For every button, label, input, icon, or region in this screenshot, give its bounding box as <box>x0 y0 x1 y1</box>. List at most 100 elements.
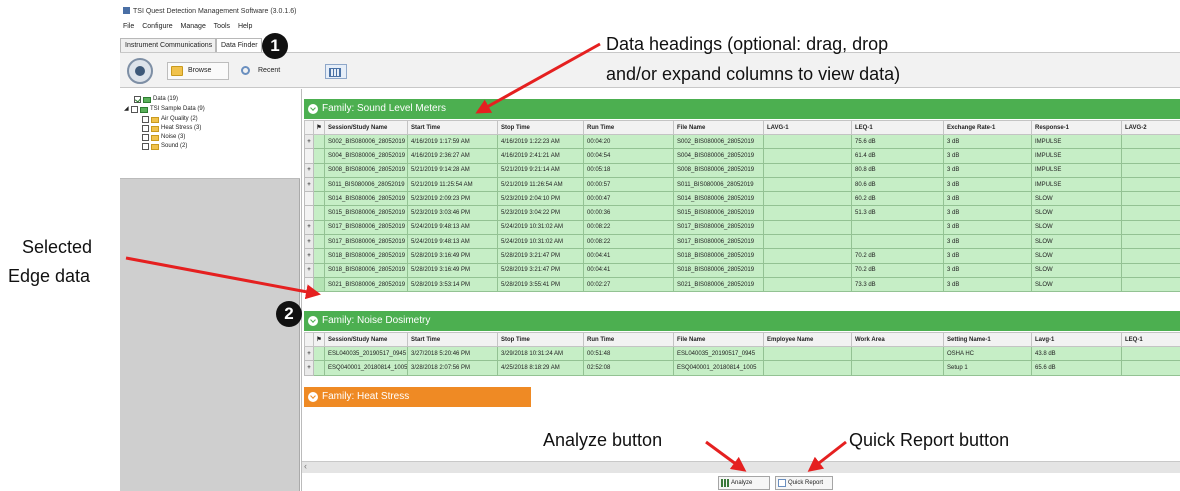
expand-row-button[interactable]: + <box>304 176 314 193</box>
column-header-lavg-2[interactable]: LAVG-2 <box>1121 120 1180 135</box>
column-header-session-study-name[interactable]: Session/Study Name <box>324 120 408 135</box>
column-header-file-name[interactable]: File Name <box>673 120 764 135</box>
browse-button[interactable]: Browse <box>167 62 229 80</box>
table-row[interactable]: + S008_BIS080006_28052019 5/21/2019 9:14:2… <box>304 162 1180 178</box>
cell-lavg-2 <box>1121 191 1180 207</box>
table-row[interactable]: S004_BIS080006_28052019 4/16/2019 2:36:27… <box>304 148 1180 164</box>
cell-leq-1: 61.4 dB <box>851 148 944 164</box>
tree-item-noise[interactable]: Noise (3) <box>142 133 185 142</box>
checkbox-icon[interactable] <box>142 116 149 123</box>
checkbox-icon[interactable] <box>142 134 149 141</box>
expand-row-button[interactable]: + <box>304 234 314 250</box>
collapse-icon[interactable] <box>308 316 318 326</box>
table-row[interactable]: + S002_BIS080006_28052019 4/16/2019 1:17:5… <box>304 133 1180 150</box>
row-spacer <box>304 205 314 221</box>
cell-start-time: 5/28/2019 3:53:14 PM <box>407 276 498 293</box>
app-icon <box>123 7 130 14</box>
cell-run-time: 00:02:27 <box>583 276 674 293</box>
collapse-icon[interactable] <box>308 104 318 114</box>
cell-start-time: 5/23/2019 3:03:46 PM <box>407 205 498 221</box>
quick-report-button[interactable]: Quick Report <box>775 476 833 490</box>
horizontal-scrollbar[interactable] <box>302 461 1180 473</box>
column-header-lavg-1[interactable]: Lavg-1 <box>1031 332 1122 347</box>
column-header-setting-name-1[interactable]: Setting Name-1 <box>943 332 1032 347</box>
search-icon <box>241 66 250 75</box>
back-button[interactable] <box>127 58 153 84</box>
column-header-start-time[interactable]: Start Time <box>407 332 498 347</box>
row-indicator <box>313 176 325 193</box>
expand-row-button[interactable]: + <box>304 360 314 376</box>
cell-lavg-1 <box>763 234 852 250</box>
row-spacer <box>304 148 314 164</box>
tree-item-air-quality[interactable]: Air Quality (2) <box>142 115 198 124</box>
menu-manage[interactable]: Manage <box>181 23 206 30</box>
column-header-run-time[interactable]: Run Time <box>583 332 674 347</box>
expand-row-button[interactable]: + <box>304 162 314 178</box>
cell-session-study-name: S021_BIS080006_28052019 <box>324 276 408 293</box>
column-header-work-area[interactable]: Work Area <box>851 332 944 347</box>
recent-button[interactable]: Recent <box>237 62 287 80</box>
family-noise-dosimetry-header[interactable]: Family: Noise Dosimetry <box>304 311 1180 331</box>
table-row[interactable]: + S018_BIS080006_28052019 5/28/2019 3:16:4… <box>304 262 1180 278</box>
tree-item-heat-stress[interactable]: Heat Stress (3) <box>142 124 201 133</box>
column-header-response-1[interactable]: Response-1 <box>1031 120 1122 135</box>
tree-item-sample-data[interactable]: ◢ TSI Sample Data (9) <box>124 105 205 114</box>
tree-label: Heat Stress (3) <box>161 125 202 131</box>
expand-arrow-icon[interactable]: ◢ <box>124 105 129 114</box>
expand-row-button[interactable]: + <box>304 345 314 362</box>
column-header-start-time[interactable]: Start Time <box>407 120 498 135</box>
expand-icon[interactable] <box>308 392 318 402</box>
table-row[interactable]: + ESL040035_20190517_0945 3/27/2018 5:20:4… <box>304 345 1180 362</box>
cell-run-time: 00:05:18 <box>583 162 674 178</box>
column-chooser-button[interactable] <box>325 64 347 79</box>
column-header-file-name[interactable]: File Name <box>673 332 764 347</box>
table-row[interactable]: + ESQ040001_20180814_1005 3/28/2018 2:07:5… <box>304 360 1180 376</box>
cell-exchange-rate-1: 3 dB <box>943 219 1032 236</box>
table-row[interactable]: S021_BIS080006_28052019 5/28/2019 3:53:14… <box>304 276 1180 293</box>
checkbox-icon[interactable] <box>134 96 141 103</box>
column-header-stop-time[interactable]: Stop Time <box>497 120 584 135</box>
family-heat-stress-header[interactable]: Family: Heat Stress <box>304 387 531 407</box>
tab-data-finder[interactable]: Data Finder <box>216 38 262 52</box>
tab-instrument-communications[interactable]: Instrument Communications <box>120 38 216 52</box>
column-header-leq-1[interactable]: LEQ-1 <box>851 120 944 135</box>
menu-configure[interactable]: Configure <box>142 23 172 30</box>
column-header-employee-name[interactable]: Employee Name <box>763 332 852 347</box>
table-row[interactable]: + S017_BIS080006_28052019 5/24/2019 9:48:1… <box>304 234 1180 250</box>
noise-dosimetry-table: ⚑ Session/Study Name Start Time Stop Time Ru… <box>304 332 1180 376</box>
menu-tools[interactable]: Tools <box>214 23 230 30</box>
column-header-leq-1[interactable]: LEQ-1 <box>1121 332 1180 347</box>
cell-session-study-name: S008_BIS080006_28052019 <box>324 162 408 178</box>
expand-row-button[interactable]: + <box>304 133 314 150</box>
menu-file[interactable]: File <box>123 23 134 30</box>
table-row[interactable]: + S018_BIS080006_28052019 5/28/2019 3:16:4… <box>304 248 1180 264</box>
menu-help[interactable]: Help <box>238 23 252 30</box>
tree-item-data[interactable]: Data (19) <box>134 95 178 104</box>
tree-item-sound[interactable]: Sound (2) <box>142 142 187 151</box>
analyze-button[interactable]: Analyze <box>718 476 770 490</box>
column-header-exchange-rate-1[interactable]: Exchange Rate-1 <box>943 120 1032 135</box>
column-header-session-study-name[interactable]: Session/Study Name <box>324 332 408 347</box>
family-sound-level-meters-header[interactable]: Family: Sound Level Meters <box>304 99 1180 119</box>
cell-stop-time: 4/16/2019 1:22:23 AM <box>497 133 584 150</box>
checkbox-icon[interactable] <box>142 143 149 150</box>
table-row[interactable]: S015_BIS080006_28052019 5/23/2019 3:03:46… <box>304 205 1180 221</box>
checkbox-icon[interactable] <box>131 106 138 113</box>
header-row: ⚑ Session/Study Name Start Time Stop Time Ru… <box>304 332 1180 347</box>
cell-exchange-rate-1: 3 dB <box>943 248 1032 264</box>
expand-row-button[interactable]: + <box>304 248 314 264</box>
table-row[interactable]: + S011_BIS080006_28052019 5/21/2019 11:25:… <box>304 176 1180 193</box>
expand-row-button[interactable]: + <box>304 262 314 278</box>
row-indicator <box>313 262 325 278</box>
table-row[interactable]: S014_BIS080006_28052019 5/23/2019 2:09:23… <box>304 191 1180 207</box>
menu-bar: File Configure Manage Tools Help <box>120 21 258 33</box>
column-header-run-time[interactable]: Run Time <box>583 120 674 135</box>
column-header-lavg-1[interactable]: LAVG-1 <box>763 120 852 135</box>
cell-leq-1 <box>851 234 944 250</box>
expand-row-button[interactable]: + <box>304 219 314 236</box>
column-header-stop-time[interactable]: Stop Time <box>497 332 584 347</box>
cell-file-name: S021_BIS080006_28052019 <box>673 276 764 293</box>
table-row[interactable]: + S017_BIS080006_28052019 5/24/2019 9:48:1… <box>304 219 1180 236</box>
cell-start-time: 4/16/2019 1:17:59 AM <box>407 133 498 150</box>
checkbox-icon[interactable] <box>142 125 149 132</box>
